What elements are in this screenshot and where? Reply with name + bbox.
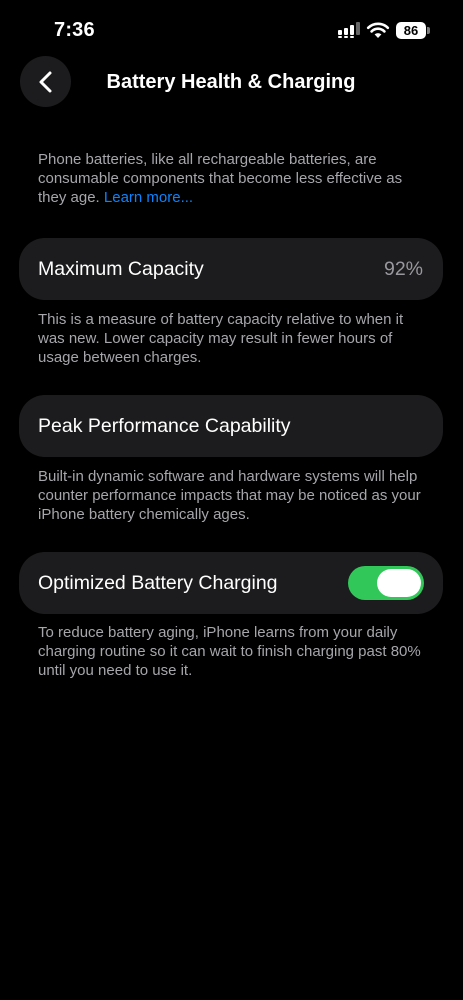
optimized-charging-label: Optimized Battery Charging	[38, 572, 278, 594]
toggle-knob	[377, 569, 421, 597]
maximum-capacity-footnote: This is a measure of battery capacity re…	[38, 311, 404, 366]
status-time: 7:36	[54, 19, 95, 41]
optimized-charging-row: Optimized Battery Charging	[19, 552, 443, 614]
wifi-icon	[366, 22, 390, 38]
learn-more-link[interactable]: Learn more...	[104, 189, 193, 206]
cellular-signal-icon	[338, 22, 360, 38]
peak-performance-footnote: Built-in dynamic software and hardware s…	[38, 468, 421, 523]
maximum-capacity-row: Maximum Capacity 92%	[19, 238, 443, 300]
optimized-charging-toggle[interactable]	[348, 566, 424, 600]
status-bar: 7:36 86	[0, 0, 463, 58]
intro-description: Phone batteries, like all rechargeable b…	[38, 151, 403, 206]
peak-performance-label: Peak Performance Capability	[38, 415, 291, 437]
maximum-capacity-label: Maximum Capacity	[38, 258, 204, 280]
peak-performance-row[interactable]: Peak Performance Capability	[19, 395, 443, 457]
back-button[interactable]	[20, 56, 71, 107]
intro-text: Phone batteries, like all rechargeable b…	[38, 150, 430, 207]
battery-level: 86	[396, 22, 426, 39]
battery-cap	[427, 27, 430, 34]
maximum-capacity-value: 92%	[383, 258, 423, 280]
page-title: Battery Health & Charging	[106, 71, 356, 93]
chevron-left-icon	[39, 71, 51, 92]
optimized-charging-footnote: To reduce battery aging, iPhone learns f…	[38, 624, 421, 679]
battery-icon: 86	[396, 22, 431, 39]
